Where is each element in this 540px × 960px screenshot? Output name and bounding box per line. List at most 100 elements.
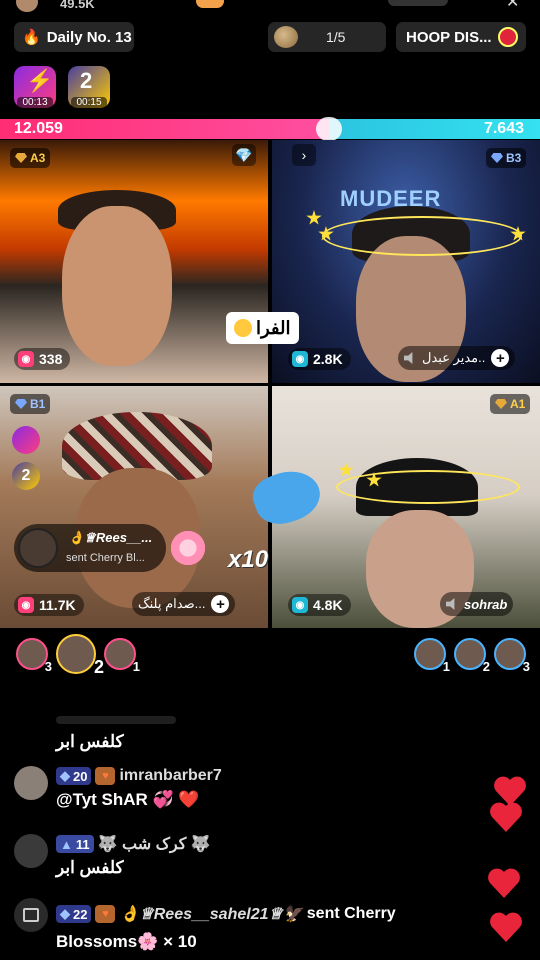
level-badge: ◆ 22 (56, 905, 92, 923)
hoop-chip[interactable]: HOOP DIS... (396, 22, 526, 52)
comment-caption: الفرا (226, 312, 299, 344)
tile1-viewer-count: 338 (39, 351, 63, 367)
tile4-rank-tag: A1 (490, 394, 531, 414)
tile1-rank-tag: A3 (10, 148, 51, 168)
supporter-avatar[interactable]: 2 (454, 638, 490, 674)
gift-gem-icon[interactable]: 💎 (232, 144, 256, 166)
supporter-avatar[interactable]: 3 (494, 638, 530, 674)
gifter-avatar[interactable] (18, 528, 58, 568)
supporter-avatar[interactable]: 1 (414, 638, 450, 674)
lightning-side-icon[interactable] (12, 426, 40, 454)
left-score: 12.059 (14, 120, 63, 137)
tile1-rank: A3 (30, 151, 46, 165)
flame-icon: 🔥 (22, 29, 41, 46)
caption-text: الفرا (256, 317, 291, 338)
chat-text: Blossoms🌸 × 10 (56, 932, 197, 951)
x2-boost-badge[interactable]: 2 00:15 (68, 66, 110, 108)
tile3-rank: B1 (30, 397, 46, 411)
tile3-viewer-count: 11.7K (39, 597, 76, 613)
supporter-rank: 3 (44, 659, 52, 674)
lightning-boost-badge[interactable]: ⚡ 00:13 (14, 66, 56, 108)
tile3-viewers: ◉ 11.7K (14, 594, 84, 616)
gift-action-text: sent Cherry (306, 905, 396, 922)
chat-meta: ▲ 11 🐺 كرک شب 🐺 (56, 834, 211, 854)
level-number: 22 (73, 906, 88, 922)
diamond-icon (15, 153, 27, 163)
tile3-name-pill[interactable]: صدام پلنگ... + (132, 592, 236, 616)
chat-meta: ◆ 20 ♥ imranbarber7 (56, 766, 222, 786)
muted-speaker-icon (404, 352, 413, 364)
supporter-rank: 2 (482, 659, 490, 674)
supporter-avatar[interactable]: 3 (16, 638, 52, 674)
left-team-supporters: 3 2 1 (16, 634, 140, 677)
x2-side-number: 2 (21, 467, 31, 484)
chat-avatar[interactable] (14, 834, 48, 868)
tile2-name: مدير عبدل.. (422, 350, 486, 365)
level-badge: ◆ 20 (56, 767, 92, 785)
tile3-name: صدام پلنگ... (138, 596, 206, 611)
daily-ranking-chip[interactable]: 🔥 Daily No. 13 (14, 22, 134, 52)
tile4-name: sohrab (464, 596, 508, 612)
star-halo-effect (336, 470, 520, 504)
chat-text: كلفس ابر (56, 732, 124, 751)
tile1-viewers: ◉ 338 (14, 348, 71, 370)
chat-text: @Tyt ShAR 💞 ❤️ (56, 790, 200, 809)
chat-username[interactable]: 🐺 كرک شب 🐺 (98, 834, 211, 854)
gift-description: sent Cherry Bl... (66, 552, 145, 564)
cherry-blossom-icon (168, 528, 208, 568)
camera-icon: ◉ (292, 351, 308, 367)
chat-username[interactable]: 👌♕Rees__sahel21♕🦅 (119, 904, 302, 924)
basketball-icon (498, 27, 518, 47)
fan-heart-icon: ♥ (95, 905, 116, 923)
heart-icon (488, 868, 520, 898)
tile2-rank: B3 (506, 151, 522, 165)
supporter-avatar[interactable]: 2 (56, 634, 104, 677)
chevron-right-icon[interactable]: › (292, 144, 316, 166)
coins-pill[interactable] (388, 0, 448, 6)
heart-icon (494, 776, 526, 806)
follow-plus-icon[interactable]: + (211, 595, 230, 613)
right-score: 7.643 (483, 120, 524, 137)
muted-speaker-icon (446, 598, 455, 610)
diamond-icon: ◆ (60, 906, 70, 921)
laughing-emoji-icon (234, 319, 252, 337)
mudeer-effect-text: MUDEER (340, 186, 442, 211)
gift-toast: 👌♕Rees__... sent Cherry Bl... (14, 524, 166, 572)
close-icon[interactable]: ✕ (506, 0, 519, 12)
tile2-name-pill[interactable]: مدير عبدل.. + (398, 346, 516, 370)
x2-side-icon[interactable]: 2 (12, 462, 40, 490)
tile4-viewers: ◉ 4.8K (288, 594, 351, 616)
camera-icon: ◉ (18, 597, 34, 613)
triangle-icon: ▲ (60, 836, 73, 852)
tile2-viewers: ◉ 2.8K (288, 348, 351, 370)
dog-icon (274, 26, 298, 48)
chat-text: كلفس ابر (56, 858, 124, 877)
tile2-rank-tag: B3 (486, 148, 527, 168)
chat-avatar[interactable] (14, 766, 48, 800)
diamond-icon (15, 399, 27, 409)
camera-icon: ◉ (292, 597, 308, 613)
supporter-avatar[interactable]: 1 (104, 638, 140, 674)
top-host-strip: 49.5K ✕ (0, 0, 540, 14)
star-halo-effect (322, 216, 522, 256)
diamond-icon: ◆ (60, 768, 70, 783)
supporter-rank: 3 (522, 659, 530, 674)
fan-heart-icon: ♥ (95, 767, 116, 785)
gifter-name: 👌♕Rees__... (68, 530, 153, 545)
level-number: 20 (73, 768, 88, 784)
tile4-name-pill[interactable]: sohrab (440, 592, 514, 616)
x2-number: 2 (80, 68, 93, 93)
tile4-viewer-count: 4.8K (313, 597, 343, 613)
chat-message: ▲ 11 🐺 كرک شب 🐺 كلفس ابر (14, 834, 484, 884)
chat-gift-message: ◆ 22 ♥ 👌♕Rees__sahel21♕🦅 sent Cherry Blos… (14, 904, 484, 958)
rank-progress: 1/5 (326, 29, 346, 45)
rank-progress-chip[interactable]: 1/5 (268, 22, 386, 52)
diamond-icon (491, 153, 503, 163)
boost-timer: 00:13 (17, 97, 53, 108)
host-avatar[interactable] (16, 0, 38, 12)
clipped-meta (56, 716, 176, 724)
likes-count: 49.5K (60, 0, 95, 11)
chat-username[interactable]: imranbarber7 (119, 767, 221, 785)
right-team-supporters: 1 2 3 (414, 638, 530, 674)
follow-plus-icon[interactable]: + (491, 349, 510, 367)
